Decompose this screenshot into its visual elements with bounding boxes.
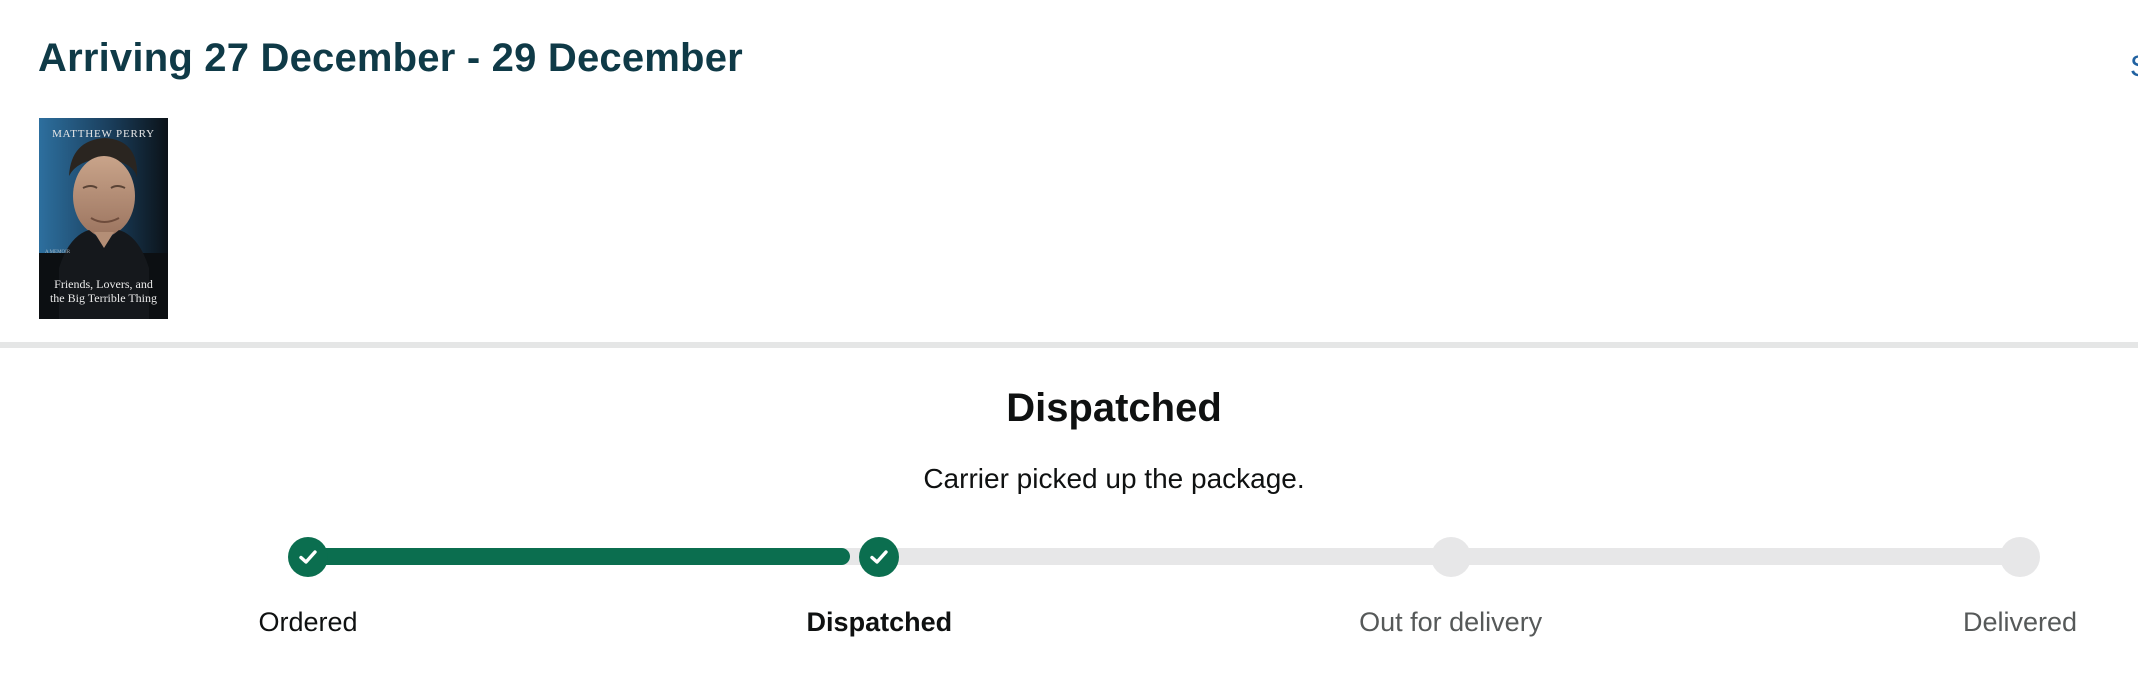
cover-subtitle-line: the Big Terrible Thing [49,291,158,305]
step-marker-dispatched [859,537,900,577]
step-marker-delivered [2000,537,2040,577]
step-label-out-for-delivery: Out for delivery [1359,607,1543,637]
step-label-dispatched: Dispatched [806,607,953,637]
step-marker-ordered [288,537,328,577]
arrival-date-title: Arriving 27 December - 29 December [38,36,743,80]
shipment-status-detail: Carrier picked up the package. [923,463,1305,494]
shipment-status-title: Dispatched [1006,386,1222,430]
cover-memoir-text: A MEMOIR [45,250,71,255]
step-label-delivered: Delivered [1962,607,2078,637]
progress-fill [308,548,850,565]
step-marker-out-for-delivery [1430,537,1471,577]
cover-subtitle-line: Friends, Lovers, and [54,277,153,291]
order-tracking-page: Arriving 27 December - 29 December S [0,0,2138,686]
product-image[interactable]: MATTHEW PERRY A MEMOIR Friends, Lovers, … [39,118,168,319]
section-divider [0,342,2138,348]
see-details-link[interactable]: S [2130,50,2138,84]
step-label-ordered: Ordered [258,607,358,637]
cover-subtitle: Friends, Lovers, and the Big Terrible Th… [39,277,168,305]
cover-author-text: MATTHEW PERRY [52,128,155,140]
check-icon [299,550,317,564]
check-icon [870,550,889,564]
